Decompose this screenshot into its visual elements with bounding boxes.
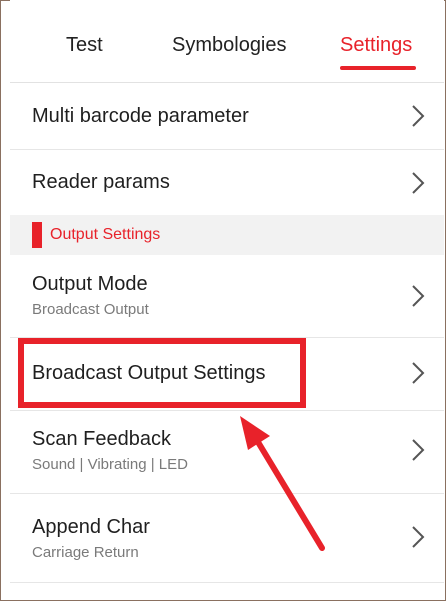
row-append-char[interactable]: Append Char Carriage Return: [10, 494, 444, 583]
row-subtitle: Sound | Vibrating | LED: [32, 456, 188, 473]
row-output-mode[interactable]: Output Mode Broadcast Output: [10, 255, 444, 338]
row-title: Scan Feedback: [32, 428, 171, 450]
chevron-right-icon: [412, 362, 425, 384]
tab-bar: Test Symbologies Settings: [10, 0, 444, 82]
tab-settings[interactable]: Settings: [340, 34, 412, 57]
row-subtitle: Carriage Return: [32, 544, 139, 561]
row-multi-barcode-parameter[interactable]: Multi barcode parameter: [10, 83, 444, 150]
row-broadcast-output-settings[interactable]: Broadcast Output Settings: [10, 338, 444, 411]
tab-test[interactable]: Test: [66, 34, 103, 57]
section-label: Output Settings: [50, 226, 161, 243]
row-title: Output Mode: [32, 273, 148, 295]
row-scan-feedback[interactable]: Scan Feedback Sound | Vibrating | LED: [10, 411, 444, 494]
chevron-right-icon: [412, 439, 425, 461]
row-title: Broadcast Output Settings: [32, 362, 266, 384]
settings-screen: Test Symbologies Settings Multi barcode …: [10, 0, 444, 599]
row-title: Multi barcode parameter: [32, 105, 249, 127]
chevron-right-icon: [412, 172, 425, 194]
row-title: Reader params: [32, 171, 170, 193]
row-subtitle: Broadcast Output: [32, 301, 149, 318]
chevron-right-icon: [412, 105, 425, 127]
chevron-right-icon: [412, 285, 425, 307]
row-title: Append Char: [32, 516, 150, 538]
tab-symbologies[interactable]: Symbologies: [172, 34, 287, 57]
section-header-output-settings: Output Settings: [10, 215, 444, 255]
active-tab-indicator: [340, 66, 416, 70]
section-marker: [32, 222, 42, 248]
row-reader-params[interactable]: Reader params: [10, 150, 444, 216]
chevron-right-icon: [412, 526, 425, 548]
